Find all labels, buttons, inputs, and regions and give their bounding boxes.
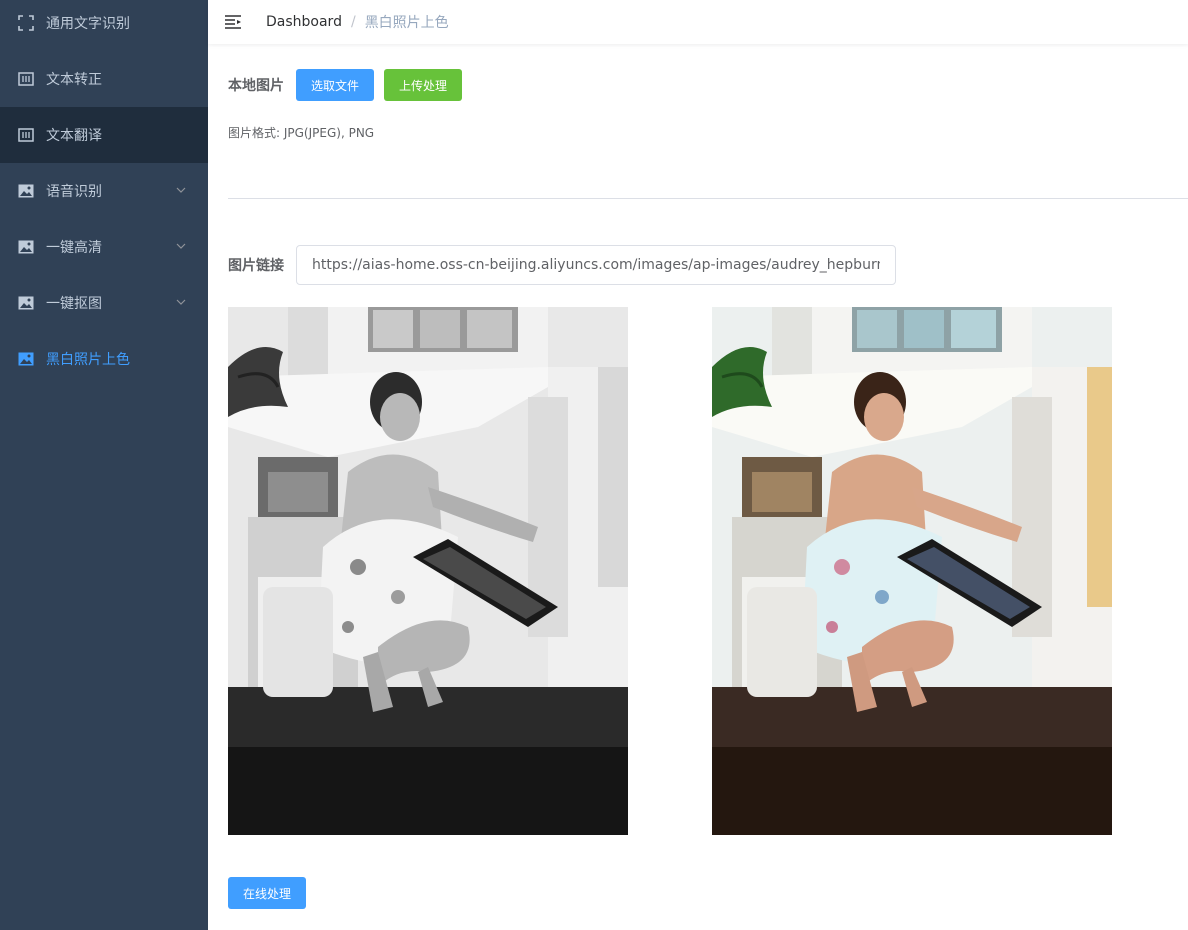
sidebar-item-label: 通用文字识别 bbox=[46, 16, 130, 32]
picture-icon bbox=[17, 239, 34, 256]
image-url-input[interactable] bbox=[296, 245, 896, 285]
sidebar-item-label: 一键抠图 bbox=[46, 296, 102, 312]
select-file-button[interactable]: 选取文件 bbox=[296, 69, 375, 101]
chevron-down-icon bbox=[176, 241, 186, 251]
sidebar-item-label: 文本转正 bbox=[46, 72, 102, 88]
online-process-button[interactable]: 在线处理 bbox=[228, 877, 307, 909]
breadcrumb-current: 黑白照片上色 bbox=[364, 15, 449, 31]
scan-icon bbox=[17, 15, 34, 32]
sidebar-item-speech[interactable]: 语音识别 bbox=[0, 163, 208, 219]
sidebar-item-label: 文本翻译 bbox=[46, 128, 102, 144]
sidebar-item-ocr[interactable]: 通用文字识别 bbox=[0, 0, 208, 51]
original-image bbox=[228, 307, 628, 835]
text-box-icon bbox=[17, 127, 34, 144]
text-box-icon bbox=[17, 71, 34, 88]
sidebar-item-colorize[interactable]: 黑白照片上色 bbox=[0, 331, 208, 387]
divider bbox=[228, 198, 1188, 199]
image-url-row: 图片链接 bbox=[228, 245, 896, 285]
chevron-down-icon bbox=[176, 297, 186, 307]
upload-button[interactable]: 上传处理 bbox=[384, 69, 463, 101]
sidebar-item-label: 黑白照片上色 bbox=[46, 352, 130, 368]
colorized-image bbox=[712, 307, 1112, 835]
sidebar-item-text-translate[interactable]: 文本翻译 bbox=[0, 107, 208, 163]
sidebar: 通用文字识别 文本转正 文本翻译 语音识别 一键高清 一键抠图 黑白照片上色 bbox=[0, 0, 208, 930]
sidebar-item-hd[interactable]: 一键高清 bbox=[0, 219, 208, 275]
sidebar-item-matting[interactable]: 一键抠图 bbox=[0, 275, 208, 331]
sidebar-item-label: 语音识别 bbox=[46, 184, 102, 200]
picture-icon bbox=[17, 183, 34, 200]
picture-icon bbox=[17, 351, 34, 368]
navbar: Dashboard / 黑白照片上色 bbox=[208, 0, 1188, 44]
chevron-down-icon bbox=[176, 185, 186, 195]
breadcrumb: Dashboard / 黑白照片上色 bbox=[266, 12, 449, 32]
sidebar-item-text-straighten[interactable]: 文本转正 bbox=[0, 51, 208, 107]
sidebar-item-label: 一键高清 bbox=[46, 240, 102, 256]
image-url-label: 图片链接 bbox=[228, 258, 284, 274]
breadcrumb-separator: / bbox=[350, 14, 356, 30]
breadcrumb-home[interactable]: Dashboard bbox=[266, 14, 342, 30]
local-image-row: 本地图片 选取文件 上传处理 bbox=[228, 69, 463, 101]
format-hint: 图片格式: JPG(JPEG), PNG bbox=[228, 126, 375, 140]
picture-icon bbox=[17, 295, 34, 312]
main-content: Dashboard / 黑白照片上色 本地图片 选取文件 上传处理 图片格式: … bbox=[208, 0, 1188, 930]
hamburger-icon[interactable] bbox=[224, 14, 242, 30]
local-image-label: 本地图片 bbox=[228, 78, 284, 94]
